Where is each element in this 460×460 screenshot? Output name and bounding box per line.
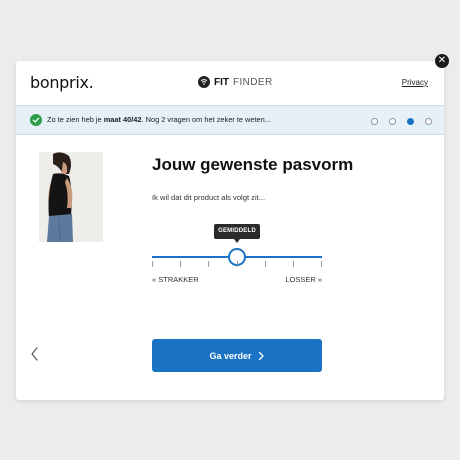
size-recommendation-banner: Zo te zien heb je maat 40/42. Nog 2 vrag… bbox=[16, 105, 444, 135]
progress-step-1 bbox=[371, 118, 378, 125]
logo-text: bonprix bbox=[30, 73, 89, 92]
close-button[interactable]: ✕ bbox=[435, 54, 449, 68]
progress-step-4 bbox=[425, 118, 432, 125]
chevron-right-icon bbox=[258, 351, 264, 360]
progress-step-2 bbox=[389, 118, 396, 125]
question-title: Jouw gewenste pasvorm bbox=[152, 155, 354, 174]
slider-tick bbox=[265, 261, 266, 267]
slider-tick bbox=[293, 261, 294, 267]
slider-tick bbox=[237, 261, 238, 267]
check-circle-icon bbox=[30, 114, 42, 126]
fit-finder-brand: FIT FINDER bbox=[198, 76, 273, 88]
slider-tick bbox=[321, 261, 322, 267]
slider-tick bbox=[208, 261, 209, 267]
fit-finder-bold-text: FIT bbox=[214, 76, 229, 88]
banner-text-start: Zo te zien heb je bbox=[47, 115, 104, 124]
fit-slider[interactable]: GEMIDDELD « STRAKKER LOSSER » bbox=[152, 221, 322, 291]
banner-message: Zo te zien heb je maat 40/42. Nog 2 vrag… bbox=[47, 115, 271, 124]
fit-finder-modal: bonprix. FIT FINDER Privacy Zo te zien h… bbox=[16, 61, 444, 400]
chevron-left-icon bbox=[31, 347, 38, 361]
slider-tick bbox=[152, 261, 153, 267]
product-image bbox=[39, 152, 103, 242]
slider-tick bbox=[180, 261, 181, 267]
slider-value-tooltip: GEMIDDELD bbox=[214, 224, 260, 243]
privacy-link[interactable]: Privacy bbox=[402, 78, 428, 87]
continue-button[interactable]: Ga verder bbox=[152, 339, 322, 372]
continue-button-label: Ga verder bbox=[209, 350, 252, 361]
modal-header: bonprix. FIT FINDER Privacy bbox=[16, 61, 444, 105]
recommended-size: maat 40/42 bbox=[103, 115, 142, 124]
fit-finder-logo-icon bbox=[198, 76, 210, 88]
bonprix-logo: bonprix. bbox=[30, 73, 94, 92]
back-button[interactable] bbox=[28, 346, 42, 362]
banner-text-end: . Nog 2 vragen om het zeker te weten... bbox=[141, 115, 271, 124]
logo-dot: . bbox=[88, 73, 94, 92]
question-subtitle: Ik wil dat dit product als volgt zit... bbox=[152, 193, 266, 202]
slider-label-tighter: « STRAKKER bbox=[152, 275, 199, 284]
fit-finder-light-text: FINDER bbox=[233, 76, 273, 88]
progress-steps bbox=[371, 118, 432, 125]
close-icon: ✕ bbox=[437, 55, 447, 66]
progress-step-3 bbox=[407, 118, 414, 125]
slider-label-looser: LOSSER » bbox=[285, 275, 322, 284]
